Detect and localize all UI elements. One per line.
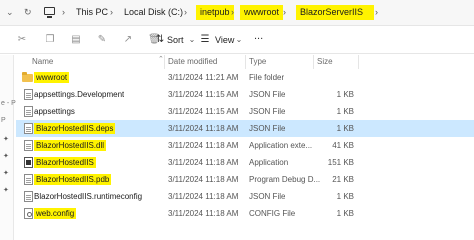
dll-file-icon [24, 140, 33, 151]
chevron-right-icon[interactable]: › [62, 5, 65, 20]
file-type: Application [249, 158, 289, 167]
file-size: 21 KB [332, 175, 354, 184]
pin-icon: ✦ [3, 170, 9, 177]
file-row[interactable]: BlazorHostedIIS.runtimeconfig 3/11/2024 1… [16, 188, 474, 205]
nav-pane-item[interactable]: e - P [1, 100, 16, 108]
file-row[interactable]: web.config 3/11/2024 11:18 AM CONFIG File 1… [16, 205, 474, 222]
address-bar[interactable]: ⌄ ↻ › This PC › Local Disk (C:) › inetpu… [0, 0, 474, 26]
chevron-right-icon[interactable]: › [375, 5, 378, 20]
refresh-icon[interactable]: ↻ [24, 7, 32, 18]
column-divider[interactable] [164, 55, 165, 69]
file-type: Program Debug D... [249, 175, 321, 184]
file-size [314, 72, 354, 83]
paste-icon[interactable]: ▤ [70, 35, 82, 45]
file-name[interactable]: wwwroot [34, 72, 70, 83]
file-row[interactable]: BlazorHostedIIS.deps 3/11/2024 11:18 AM JS… [16, 120, 474, 137]
file-row[interactable]: BlazorHostedIIS.dll 3/11/2024 11:18 AM App… [16, 137, 474, 154]
file-size: 1 KB [336, 192, 354, 201]
file-size: 41 KB [332, 141, 354, 150]
json-file-icon [24, 89, 33, 100]
sort-button[interactable]: Sort [167, 35, 184, 45]
file-date-modified: 3/11/2024 11:21 AM [168, 73, 239, 82]
column-divider[interactable] [245, 55, 246, 69]
file-type: File folder [249, 73, 285, 82]
breadcrumb-local-disk[interactable]: Local Disk (C:) [124, 5, 183, 20]
chevron-down-icon[interactable]: ⌄ [6, 7, 14, 18]
chevron-down-icon[interactable]: ⌄ [186, 35, 198, 45]
column-divider[interactable] [313, 55, 314, 69]
file-row[interactable]: BlazorHostedIIS.pdb 3/11/2024 11:18 AM Pro… [16, 171, 474, 188]
file-date-modified: 3/11/2024 11:18 AM [168, 158, 239, 167]
sort-icon[interactable]: ⇅ [154, 35, 166, 45]
file-name[interactable]: web.config [34, 208, 77, 219]
file-size: 1 KB [336, 209, 354, 218]
file-name[interactable]: BlazorHostedIIS.pdb [34, 174, 112, 185]
column-header-size[interactable]: Size [317, 55, 333, 69]
view-icon[interactable]: ☰ [199, 35, 211, 45]
json-file-icon [24, 106, 33, 117]
cut-icon[interactable]: ✂ [16, 35, 28, 45]
chevron-right-icon[interactable]: › [110, 5, 113, 20]
file-type: JSON File [249, 192, 286, 201]
file-date-modified: 3/11/2024 11:18 AM [168, 124, 239, 133]
file-type: JSON File [249, 107, 286, 116]
file-date-modified: 3/11/2024 11:18 AM [168, 209, 239, 218]
column-header-date[interactable]: Date modified [168, 55, 217, 69]
this-pc-icon [44, 7, 55, 18]
navigation-pane[interactable]: e - P P ✦ ✦ ✦ ✦ [0, 55, 16, 240]
pdb-file-icon [24, 174, 33, 185]
file-name[interactable]: appsettings.Development [34, 89, 124, 100]
file-name[interactable]: appsettings [34, 106, 75, 117]
file-date-modified: 3/11/2024 11:18 AM [168, 192, 239, 201]
chevron-right-icon[interactable]: › [184, 5, 187, 20]
pin-icon: ✦ [3, 153, 9, 160]
view-button[interactable]: View [215, 35, 234, 45]
sort-indicator-icon: ⌃ [158, 56, 164, 63]
file-name[interactable]: BlazorHostedIIS.runtimeconfig [34, 191, 142, 202]
file-row[interactable]: wwwroot 3/11/2024 11:21 AM File folder [16, 69, 474, 86]
nav-pane-item[interactable]: P [1, 117, 6, 125]
file-size: 151 KB [327, 158, 354, 167]
column-divider[interactable] [358, 55, 359, 69]
json-file-icon [24, 123, 33, 134]
file-name[interactable]: BlazorHostedIIS [34, 157, 96, 168]
file-row[interactable]: appsettings.Development 3/11/2024 11:15 A… [16, 86, 474, 103]
column-header-name[interactable]: Name [32, 55, 53, 69]
command-bar: ✂ ❐ ▤ ✎ ↗ 🗑 ⇅ Sort ⌄ ☰ View ⌄ ... [0, 26, 474, 54]
file-type: JSON File [249, 124, 286, 133]
chevron-right-icon[interactable]: › [283, 5, 286, 20]
file-row[interactable]: BlazorHostedIIS 3/11/2024 11:18 AM Applica… [16, 154, 474, 171]
file-size: 1 KB [336, 124, 354, 133]
breadcrumb-this-pc[interactable]: This PC [76, 5, 108, 20]
column-header-type[interactable]: Type [249, 55, 266, 69]
chevron-down-icon[interactable]: ⌄ [233, 35, 245, 45]
file-name[interactable]: BlazorHostedIIS.deps [34, 123, 116, 134]
rename-icon[interactable]: ✎ [96, 35, 108, 45]
file-date-modified: 3/11/2024 11:15 AM [168, 90, 239, 99]
file-size: 1 KB [336, 90, 354, 99]
folder-icon [22, 72, 33, 82]
share-icon[interactable]: ↗ [122, 35, 134, 45]
file-date-modified: 3/11/2024 11:18 AM [168, 141, 239, 150]
file-name[interactable]: BlazorHostedIIS.dll [34, 140, 107, 151]
file-type: JSON File [249, 90, 286, 99]
file-row[interactable]: appsettings 3/11/2024 11:15 AM JSON File 1 … [16, 103, 474, 120]
breadcrumb-inetpub[interactable]: inetpub [196, 5, 234, 20]
pin-icon: ✦ [3, 187, 9, 194]
breadcrumb-blazorserveriis[interactable]: BlazorServerIIS [296, 5, 374, 20]
application-icon [24, 157, 33, 168]
chevron-right-icon[interactable]: › [231, 5, 234, 20]
pin-icon: ✦ [3, 136, 9, 143]
more-options-button[interactable]: ... [254, 31, 263, 42]
file-type: CONFIG File [249, 209, 296, 218]
json-file-icon [24, 191, 33, 202]
config-file-icon [24, 208, 33, 219]
file-type: Application exte... [249, 141, 313, 150]
copy-icon[interactable]: ❐ [44, 35, 56, 45]
file-size: 1 KB [336, 107, 354, 116]
file-date-modified: 3/11/2024 11:18 AM [168, 175, 239, 184]
file-date-modified: 3/11/2024 11:15 AM [168, 107, 239, 116]
breadcrumb-wwwroot[interactable]: wwwroot [240, 5, 284, 20]
